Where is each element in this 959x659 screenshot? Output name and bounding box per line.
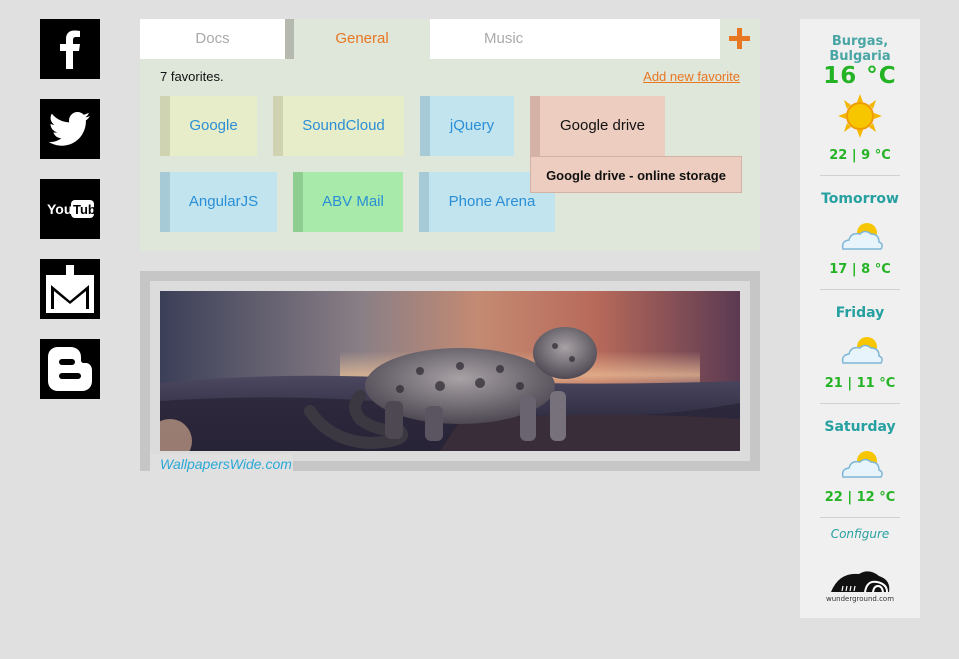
tab-docs[interactable]: Docs — [140, 19, 285, 59]
tab-bar: Docs General Music — [140, 19, 760, 59]
svg-text:You: You — [47, 201, 72, 217]
separator — [820, 517, 900, 518]
youtube-button[interactable]: You Tube — [40, 179, 100, 239]
favorite-tile-google[interactable]: Google — [160, 96, 257, 156]
wallpaper-inner — [150, 281, 750, 461]
social-links: You Tube — [40, 19, 100, 419]
forecast-day-tomorrow: Tomorrow — [821, 191, 899, 207]
configure-link[interactable]: Configure — [800, 527, 920, 541]
twitter-icon — [48, 112, 90, 146]
add-tab-plus-icon[interactable] — [728, 27, 752, 51]
tab-music[interactable]: Music — [430, 19, 720, 59]
forecast-day-saturday: Saturday — [824, 419, 896, 435]
wallpaper-frame: WallpapersWide.com — [140, 271, 760, 474]
forecast-day-friday: Friday — [835, 305, 885, 321]
today-temperature-range: 22 | 9 °C — [829, 148, 891, 163]
svg-text:Tube: Tube — [73, 202, 100, 217]
tab-general[interactable]: General — [285, 19, 430, 59]
facebook-icon — [60, 30, 80, 69]
youtube-icon: You Tube — [47, 200, 100, 218]
weather-city: Burgas, Bulgaria — [829, 34, 891, 64]
mail-download-icon — [46, 263, 94, 313]
wallpaper-image[interactable] — [160, 291, 740, 451]
separator — [820, 403, 900, 404]
twitter-button[interactable] — [40, 99, 100, 159]
friday-temperature-range: 21 | 11 °C — [824, 376, 896, 391]
tomorrow-temperature-range: 17 | 8 °C — [829, 262, 891, 277]
blogger-button[interactable] — [40, 339, 100, 399]
favorites-panel: Docs General Music 7 favorites. Add new … — [140, 19, 760, 251]
favorite-tile-soundcloud[interactable]: SoundCloud — [273, 96, 404, 156]
partly-cloudy-icon — [841, 451, 883, 478]
favorite-tile-jquery[interactable]: jQuery — [420, 96, 514, 156]
favorite-tile-abv-mail[interactable]: ABV Mail — [293, 172, 403, 232]
wallpaper-source-link[interactable]: WallpapersWide.com — [150, 454, 293, 474]
partly-cloudy-icon — [841, 223, 883, 250]
facebook-button[interactable] — [40, 19, 100, 79]
blogger-icon — [48, 347, 92, 391]
favorite-tooltip: Google drive - online storage — [530, 156, 742, 193]
weather-widget: Burgas, Bulgaria 16 °C 22 | 9 °C Tomorro… — [800, 19, 920, 618]
saturday-temperature-range: 22 | 12 °C — [824, 490, 896, 505]
favorites-count: 7 favorites. — [160, 69, 224, 84]
wunderground-logo-text: wunderground.com — [825, 595, 895, 603]
favorite-tile-google-drive[interactable]: Google drive — [530, 96, 665, 156]
add-new-favorite-link[interactable]: Add new favorite — [643, 69, 740, 84]
separator — [820, 175, 900, 176]
current-temperature: 16 °C — [823, 63, 897, 89]
partly-cloudy-icon — [841, 337, 883, 364]
separator — [820, 289, 900, 290]
gmail-button[interactable] — [40, 259, 100, 319]
favorite-tile-angularjs[interactable]: AngularJS — [160, 172, 277, 232]
sun-icon — [838, 94, 882, 138]
